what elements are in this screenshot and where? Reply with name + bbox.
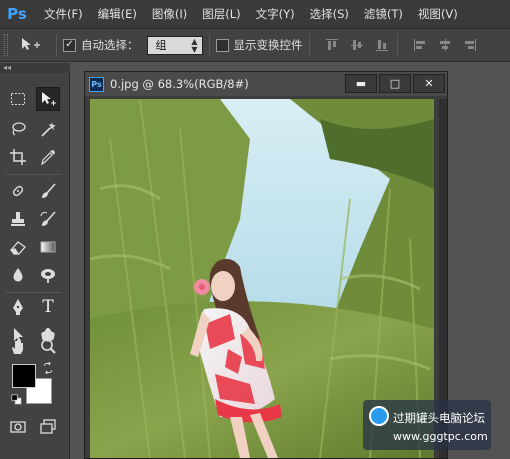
lasso-tool-icon[interactable] bbox=[6, 117, 30, 141]
menu-image[interactable]: 图像(I) bbox=[152, 6, 187, 22]
toolbox-collapse-bar[interactable]: ◂◂ bbox=[0, 63, 70, 73]
menu-view[interactable]: 视图(V) bbox=[418, 6, 458, 22]
eraser-tool-icon[interactable] bbox=[6, 235, 30, 259]
gradient-tool-icon[interactable] bbox=[36, 235, 60, 259]
show-transform-checkbox[interactable] bbox=[215, 38, 229, 52]
dodge-tool-icon[interactable] bbox=[36, 263, 60, 287]
type-tool-icon[interactable]: T bbox=[36, 295, 60, 319]
menu-bar: Ps 文件(F) 编辑(E) 图像(I) 图层(L) 文字(Y) 选择(S) 滤… bbox=[0, 0, 510, 28]
align-left-icon[interactable] bbox=[411, 36, 429, 54]
document-titlebar[interactable]: Ps 0.jpg @ 68.3%(RGB/8#) ▬ □ ✕ bbox=[85, 72, 447, 96]
auto-select-target-value: 组 bbox=[155, 39, 167, 52]
watermark-logo-icon bbox=[369, 406, 389, 426]
menu-edit[interactable]: 编辑(E) bbox=[98, 6, 137, 22]
align-top-icon[interactable] bbox=[323, 36, 341, 54]
swap-colors-icon[interactable] bbox=[40, 360, 56, 376]
default-colors-icon[interactable] bbox=[9, 392, 23, 406]
options-separator bbox=[308, 34, 310, 56]
eyedropper-tool-icon[interactable] bbox=[36, 145, 60, 169]
move-tool-preset-icon bbox=[22, 38, 40, 50]
options-bar: ✓ 自动选择： 组 ▲ ▼ 显示变换控件 bbox=[0, 28, 510, 62]
options-separator bbox=[396, 34, 398, 56]
show-transform-label: 显示变换控件 bbox=[233, 38, 303, 52]
auto-select-target-dropdown[interactable]: 组 ▲ ▼ bbox=[146, 35, 203, 55]
align-bottom-icon[interactable] bbox=[373, 36, 391, 54]
brush-tool-icon[interactable] bbox=[36, 179, 60, 203]
toolbox-separator bbox=[6, 292, 62, 293]
marquee-tool-icon[interactable] bbox=[6, 87, 30, 111]
watermark-title: 过期罐头电脑论坛 bbox=[393, 411, 485, 425]
menu-file[interactable]: 文件(F) bbox=[44, 6, 83, 22]
toolbox-panel: T bbox=[0, 73, 70, 459]
magic-wand-tool-icon[interactable] bbox=[36, 117, 60, 141]
options-bar-grip[interactable] bbox=[4, 34, 8, 56]
quick-mask-icon[interactable] bbox=[6, 415, 30, 439]
tool-preset-picker[interactable] bbox=[20, 36, 50, 54]
move-tool-icon[interactable] bbox=[36, 87, 60, 111]
minimize-button[interactable]: ▬ bbox=[345, 74, 377, 93]
toolbox-separator bbox=[6, 174, 62, 175]
type-tool-glyph: T bbox=[42, 297, 54, 317]
crop-tool-icon[interactable] bbox=[6, 145, 30, 169]
document-ps-icon: Ps bbox=[89, 76, 104, 92]
options-separator bbox=[208, 34, 210, 56]
watermark-url: www.gggtpc.com bbox=[393, 430, 488, 443]
screen-mode-icon[interactable] bbox=[36, 415, 60, 439]
blur-tool-icon[interactable] bbox=[6, 263, 30, 287]
menu-type[interactable]: 文字(Y) bbox=[256, 6, 295, 22]
dropdown-arrows-icon: ▲ ▼ bbox=[191, 36, 198, 54]
menu-select[interactable]: 选择(S) bbox=[310, 6, 349, 22]
history-brush-tool-icon[interactable] bbox=[36, 207, 60, 231]
window-controls: ▬ □ ✕ bbox=[343, 74, 445, 93]
align-right-icon[interactable] bbox=[461, 36, 479, 54]
photoshop-logo: Ps bbox=[7, 5, 27, 23]
foreground-color-swatch[interactable] bbox=[12, 364, 36, 388]
align-horizontal-center-icon[interactable] bbox=[436, 36, 454, 54]
watermark-badge: 过期罐头电脑论坛 www.gggtpc.com bbox=[363, 400, 491, 450]
close-button[interactable]: ✕ bbox=[413, 74, 445, 93]
spot-healing-tool-icon[interactable] bbox=[6, 179, 30, 203]
hand-tool-icon[interactable] bbox=[6, 335, 30, 359]
auto-select-label: 自动选择： bbox=[81, 38, 139, 52]
align-vertical-center-icon[interactable] bbox=[348, 36, 366, 54]
menu-filter[interactable]: 滤镜(T) bbox=[364, 6, 403, 22]
options-separator bbox=[56, 34, 57, 56]
maximize-button[interactable]: □ bbox=[379, 74, 411, 93]
zoom-tool-icon[interactable] bbox=[36, 335, 60, 359]
document-title: 0.jpg @ 68.3%(RGB/8#) bbox=[110, 77, 249, 91]
menu-layer[interactable]: 图层(L) bbox=[202, 6, 240, 22]
pen-tool-icon[interactable] bbox=[6, 295, 30, 319]
clone-stamp-tool-icon[interactable] bbox=[6, 207, 30, 231]
auto-select-checkbox[interactable]: ✓ bbox=[63, 38, 76, 52]
